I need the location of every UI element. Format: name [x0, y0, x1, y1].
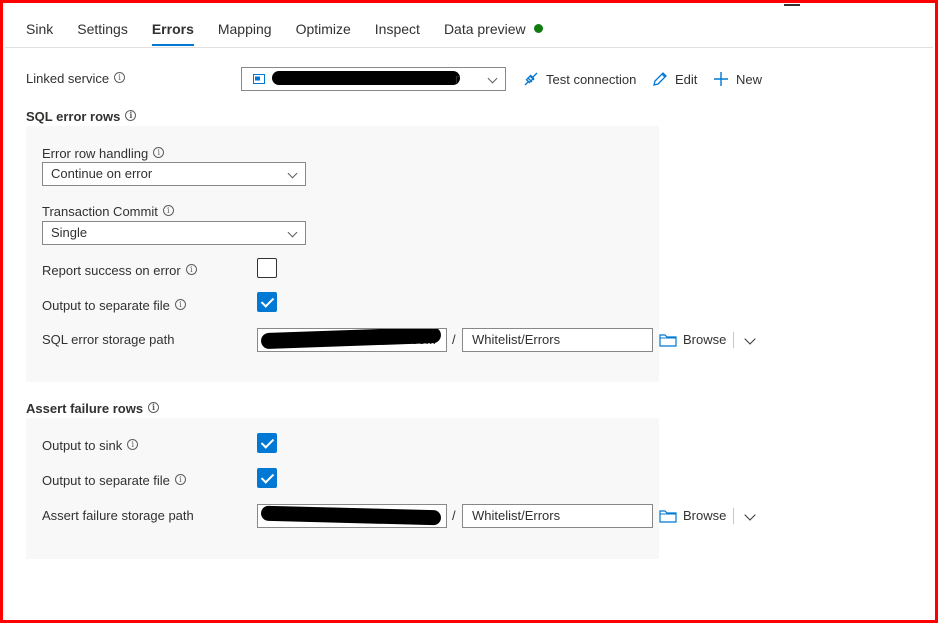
- tab-bar: Sink Settings Errors Mapping Optimize In…: [26, 18, 567, 48]
- info-icon[interactable]: i: [114, 72, 126, 83]
- output-sink-label: Output to sink i: [42, 438, 139, 453]
- linked-service-label-text: Linked service: [26, 71, 110, 86]
- browse-label: Browse: [683, 508, 727, 523]
- browse-label: Browse: [683, 332, 727, 347]
- tab-errors[interactable]: Errors: [151, 18, 194, 46]
- plus-icon: [714, 72, 728, 86]
- sql-storage-folder-value: Whitelist/Errors: [472, 332, 561, 347]
- assert-failure-rows-heading: Assert failure rows i: [26, 401, 160, 416]
- test-connection-icon: [524, 72, 538, 86]
- error-row-handling-value: Continue on error: [51, 166, 153, 181]
- tab-sink[interactable]: Sink: [26, 18, 53, 46]
- test-connection-button[interactable]: Test connection: [522, 70, 636, 88]
- info-icon[interactable]: i: [174, 474, 186, 485]
- transaction-commit-label: Transaction Commit i: [42, 204, 174, 219]
- tab-label: Errors: [151, 21, 194, 37]
- divider: [733, 332, 734, 348]
- test-connection-label: Test connection: [546, 71, 637, 87]
- sql-storage-container-input[interactable]: -use...: [257, 328, 447, 352]
- error-row-handling-select[interactable]: Continue on error: [42, 162, 306, 186]
- linked-service-value-suffix: r: [455, 71, 460, 86]
- info-icon[interactable]: i: [185, 264, 197, 275]
- tab-divider: [5, 47, 933, 48]
- sql-storage-path-label: SQL error storage path: [42, 332, 174, 347]
- window-mark: [784, 4, 800, 6]
- info-icon[interactable]: i: [125, 110, 137, 121]
- assert-output-separate-checkbox[interactable]: [257, 468, 277, 488]
- linked-service-label: Linked service i: [26, 71, 126, 86]
- report-success-label-text: Report success on error: [42, 263, 181, 278]
- status-dot-icon: [533, 24, 543, 33]
- folder-icon: [659, 509, 677, 523]
- tab-label: Inspect: [374, 21, 420, 37]
- transaction-commit-select[interactable]: Single: [42, 221, 306, 245]
- tab-label: Sink: [26, 21, 54, 37]
- transaction-commit-value: Single: [51, 225, 88, 240]
- report-success-label: Report success on error i: [42, 263, 197, 278]
- new-label: New: [736, 71, 763, 87]
- path-separator: /: [452, 508, 456, 523]
- error-row-handling-label-text: Error row handling: [42, 146, 149, 161]
- chevron-down-icon[interactable]: [742, 509, 758, 525]
- redacted-linked-service-name: [272, 71, 460, 85]
- sql-output-separate-label: Output to separate file i: [42, 298, 186, 313]
- assert-storage-path-label-text: Assert failure storage path: [42, 508, 194, 523]
- tab-settings[interactable]: Settings: [77, 18, 128, 46]
- chevron-down-icon: [487, 73, 498, 84]
- storage-icon: [253, 74, 265, 84]
- assert-failure-rows-heading-text: Assert failure rows: [26, 401, 144, 416]
- info-icon[interactable]: i: [153, 147, 165, 158]
- sql-output-separate-checkbox[interactable]: [257, 292, 277, 312]
- sql-browse-button[interactable]: Browse: [659, 332, 726, 347]
- chevron-down-icon: [287, 227, 298, 238]
- divider: [733, 508, 734, 524]
- info-icon[interactable]: i: [127, 439, 139, 450]
- tab-label: Settings: [77, 21, 128, 37]
- edit-label: Edit: [675, 71, 698, 87]
- edit-button[interactable]: Edit: [651, 70, 697, 88]
- error-row-handling-label: Error row handling i: [42, 146, 165, 161]
- tab-mapping[interactable]: Mapping: [218, 18, 272, 46]
- output-sink-label-text: Output to sink: [42, 438, 123, 453]
- linked-service-select[interactable]: r: [241, 67, 506, 91]
- assert-storage-folder-value: Whitelist/Errors: [472, 508, 561, 523]
- tab-data-preview[interactable]: Data preview: [444, 18, 543, 46]
- info-icon[interactable]: i: [174, 299, 186, 310]
- output-sink-checkbox[interactable]: [257, 433, 277, 453]
- sql-error-rows-heading-text: SQL error rows: [26, 109, 121, 124]
- tab-inspect[interactable]: Inspect: [375, 18, 420, 46]
- new-button[interactable]: New: [712, 70, 762, 88]
- path-separator: /: [452, 332, 456, 347]
- assert-storage-folder-input[interactable]: Whitelist/Errors: [462, 504, 653, 528]
- transaction-commit-label-text: Transaction Commit: [42, 204, 158, 219]
- assert-storage-container-input[interactable]: mosaic-color-data-dev: [257, 504, 447, 528]
- pencil-icon: [653, 72, 667, 86]
- assert-storage-path-label: Assert failure storage path: [42, 508, 194, 523]
- info-icon[interactable]: i: [148, 402, 160, 413]
- sql-error-rows-heading: SQL error rows i: [26, 109, 137, 124]
- chevron-down-icon[interactable]: [742, 333, 758, 349]
- sql-storage-folder-input[interactable]: Whitelist/Errors: [462, 328, 653, 352]
- tab-label: Optimize: [295, 21, 351, 37]
- folder-icon: [659, 333, 677, 347]
- tab-optimize[interactable]: Optimize: [296, 18, 351, 46]
- tab-label: Mapping: [217, 21, 272, 37]
- tab-label: Data preview: [443, 21, 526, 37]
- info-icon[interactable]: i: [162, 205, 174, 216]
- sql-storage-path-label-text: SQL error storage path: [42, 332, 175, 347]
- report-success-checkbox[interactable]: [257, 258, 277, 278]
- assert-output-separate-label-text: Output to separate file: [42, 473, 170, 488]
- assert-output-separate-label: Output to separate file i: [42, 473, 186, 488]
- chevron-down-icon: [287, 168, 298, 179]
- sql-output-separate-label-text: Output to separate file: [42, 298, 170, 313]
- assert-browse-button[interactable]: Browse: [659, 508, 726, 523]
